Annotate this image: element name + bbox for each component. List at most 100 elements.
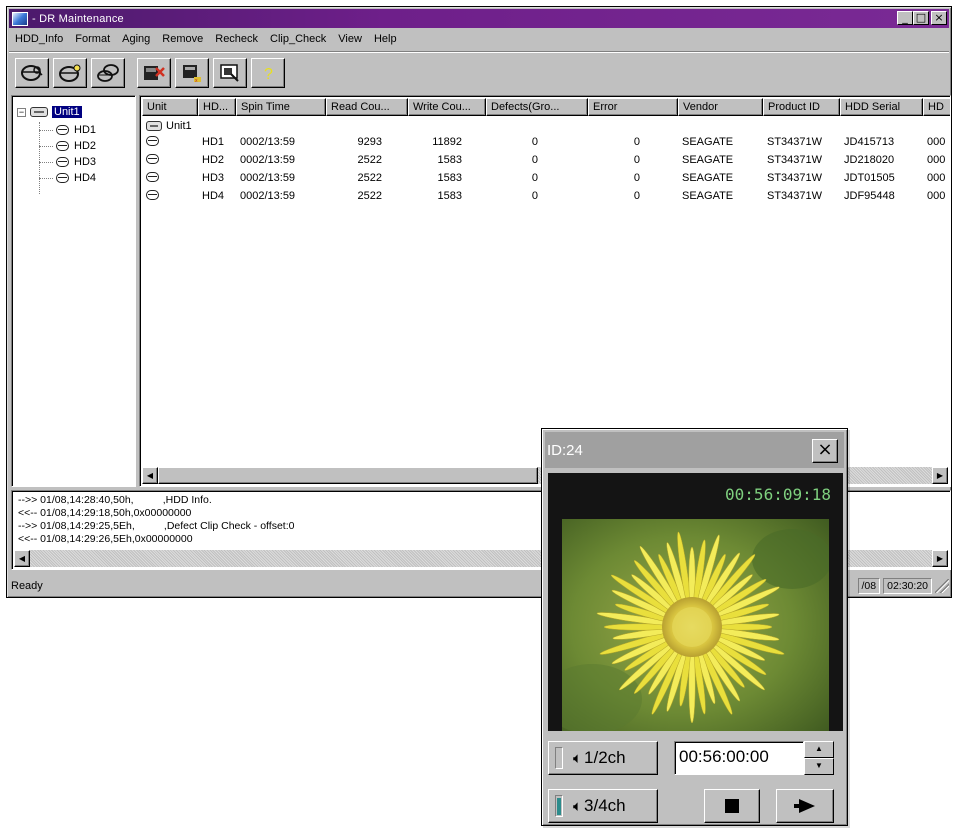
col-defects[interactable]: Defects(Gro... [486,98,588,116]
scroll-left-button[interactable]: ◀ [14,550,30,567]
stop-icon [725,799,739,813]
scroll-right-button[interactable]: ▶ [932,467,948,484]
video-frame [562,519,829,731]
tree-item-hd4[interactable]: HD4 [56,170,96,186]
cell-hd: HD3 [202,172,225,184]
col-spin-time[interactable]: Spin Time [236,98,326,116]
timecode-display: 00:56:09:18 [725,485,831,504]
menu-remove[interactable]: Remove [156,33,209,45]
collapse-toggle[interactable]: − [17,107,26,117]
cell-product: ST34371W [767,190,823,202]
tree-item-label: HD2 [74,140,97,152]
tree-item-label: HD4 [74,172,97,184]
tree-item-hd2[interactable]: HD2 [56,138,96,154]
cell-error: 0 [633,190,640,202]
resize-grip-icon[interactable] [935,579,949,593]
cell-read: 2522 [357,172,382,184]
preview-close-button[interactable]: × [812,439,838,463]
col-product-id[interactable]: Product ID [763,98,840,116]
speaker-icon: 🔈︎ [573,749,583,767]
preview-title-bar[interactable]: ID:24 × [545,432,844,468]
cell-defects: 0 [531,172,538,184]
table-row[interactable]: HD2 0002/13:59 2522 1583 0 0 SEAGATE ST3… [142,152,950,168]
cell-error: 0 [633,172,640,184]
timecode-spinner[interactable]: ▲ ▼ [804,741,834,775]
spin-up-button[interactable]: ▲ [804,741,834,758]
cell-read: 2522 [357,154,382,166]
film-defect-icon: x [183,64,201,84]
drive-search-icon [21,64,43,81]
minimize-button[interactable]: _ [897,11,913,25]
menu-clip-check[interactable]: Clip_Check [264,33,332,45]
log-line: <<-- 01/08,14:29:18,50h,0x00000000 [18,507,192,519]
drive-info-icon [59,64,81,82]
disk-icon [146,135,159,146]
title-bar[interactable]: - DR Maintenance _ □ × [9,9,949,28]
tree-item-label: HD3 [74,156,97,168]
menu-aging[interactable]: Aging [116,33,156,45]
table-row[interactable]: HD4 0002/13:59 2522 1583 0 0 SEAGATE ST3… [142,188,950,204]
tree-item-hd3[interactable]: HD3 [56,154,96,170]
status-time: 02:30:20 [883,578,932,594]
scroll-left-button[interactable]: ◀ [142,467,158,484]
cell-extra: 000 [927,136,946,148]
list-header: Unit HD... Spin Time Read Cou... Write C… [142,98,950,116]
menu-format[interactable]: Format [69,33,116,45]
col-read-count[interactable]: Read Cou... [326,98,408,116]
col-unit[interactable]: Unit [142,98,198,116]
play-button[interactable] [776,789,834,823]
cell-read: 9293 [357,136,382,148]
help-button[interactable]: ? [251,57,285,88]
cell-hd: HD1 [202,136,225,148]
cell-defects: 0 [531,190,538,202]
log-line: <<-- 01/08,14:29:26,5Eh,0x00000000 [18,533,193,545]
col-hdd-serial[interactable]: HDD Serial [840,98,923,116]
stop-button[interactable] [704,789,760,823]
preview-title: ID:24 [547,441,583,459]
col-error[interactable]: Error [588,98,678,116]
monitor-check-button[interactable] [213,57,247,88]
drive-info-button[interactable] [53,57,87,88]
cell-error: 0 [633,136,640,148]
col-hd-extra[interactable]: HD [923,98,950,116]
menu-recheck[interactable]: Recheck [209,33,264,45]
window-title: - DR Maintenance [32,12,124,25]
menu-view[interactable]: View [332,33,368,45]
cell-vendor: SEAGATE [682,172,734,184]
unit-icon [146,121,162,131]
help-icon: ? [264,66,273,83]
drive-search-button[interactable] [15,57,49,88]
toolbar: x ? [9,51,949,93]
table-row-unit[interactable]: Unit1 [142,118,192,134]
scroll-thumb[interactable] [158,467,538,484]
log-line: -->> 01/08,14:29:25,5Eh, ,Defect Clip Ch… [18,520,295,532]
menu-hdd-info[interactable]: HDD_Info [9,33,69,45]
menu-help[interactable]: Help [368,33,403,45]
scroll-right-button[interactable]: ▶ [932,550,948,567]
channel-3-4-button[interactable]: 🔈︎ 3/4ch [548,789,658,823]
close-button[interactable]: × [931,11,947,25]
disk-icon [56,141,69,151]
play-icon [794,799,815,813]
cell-product: ST34371W [767,136,823,148]
spin-down-button[interactable]: ▼ [804,758,834,775]
tree-item-unit1[interactable]: − Unit1 [17,104,83,120]
cell-spin: 0002/13:59 [240,190,296,202]
table-row[interactable]: HD3 0002/13:59 2522 1583 0 0 SEAGATE ST3… [142,170,950,186]
timecode-input[interactable]: 00:56:00:00 [674,741,804,775]
disk-icon [56,157,69,167]
disk-icon [146,171,159,182]
cell-extra: 000 [927,172,946,184]
col-write-count[interactable]: Write Cou... [408,98,486,116]
clip-defect-button[interactable] [137,57,171,88]
channel-1-2-button[interactable]: 🔈︎ 1/2ch [548,741,658,775]
col-hd[interactable]: HD... [198,98,236,116]
drive-group-button[interactable] [91,57,125,88]
tree-item-hd1[interactable]: HD1 [56,122,96,138]
maximize-button[interactable]: □ [913,11,929,25]
app-icon [12,11,28,26]
film-defect-button[interactable]: x [175,57,209,88]
disk-icon [146,189,159,200]
col-vendor[interactable]: Vendor [678,98,763,116]
table-row[interactable]: HD1 0002/13:59 9293 11892 0 0 SEAGATE ST… [142,134,950,150]
